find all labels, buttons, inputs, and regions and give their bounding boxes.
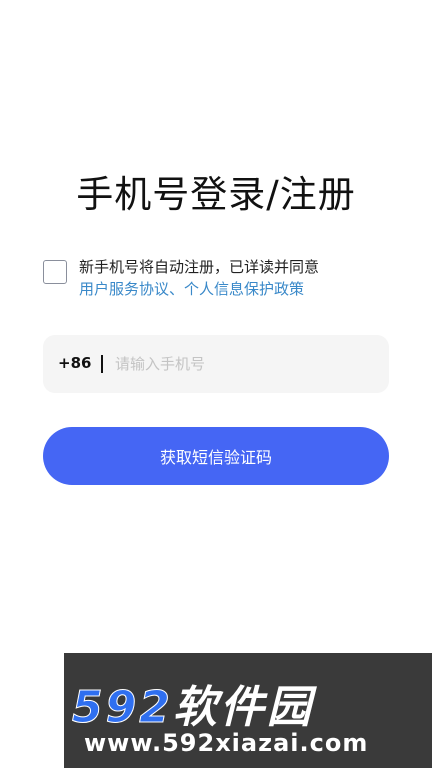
input-divider	[101, 355, 103, 373]
agreement-text-block: 新手机号将自动注册，已详读并同意 用户服务协议、个人信息保护政策	[79, 256, 399, 300]
agreement-row: 新手机号将自动注册，已详读并同意 用户服务协议、个人信息保护政策	[43, 256, 393, 304]
watermark-logo-text: 软件园	[172, 682, 314, 733]
agreement-checkbox[interactable]	[43, 260, 67, 284]
phone-input[interactable]	[115, 347, 375, 381]
get-sms-code-button[interactable]: 获取短信验证码	[43, 427, 389, 485]
watermark-banner: 592软件园 www.592xiazai.com	[64, 653, 432, 768]
agreement-link[interactable]: 用户服务协议、个人信息保护政策	[79, 278, 399, 300]
watermark-logo: 592软件园	[72, 671, 432, 735]
watermark-logo-number: 592	[72, 682, 173, 734]
login-screen: 手机号登录/注册 新手机号将自动注册，已详读并同意 用户服务协议、个人信息保护政…	[0, 0, 432, 768]
phone-field-container: +86	[43, 335, 389, 393]
page-title: 手机号登录/注册	[76, 173, 356, 216]
agreement-text: 新手机号将自动注册，已详读并同意	[79, 258, 320, 276]
watermark-url: www.592xiazai.com	[84, 729, 369, 757]
country-code[interactable]: +86	[58, 354, 91, 372]
